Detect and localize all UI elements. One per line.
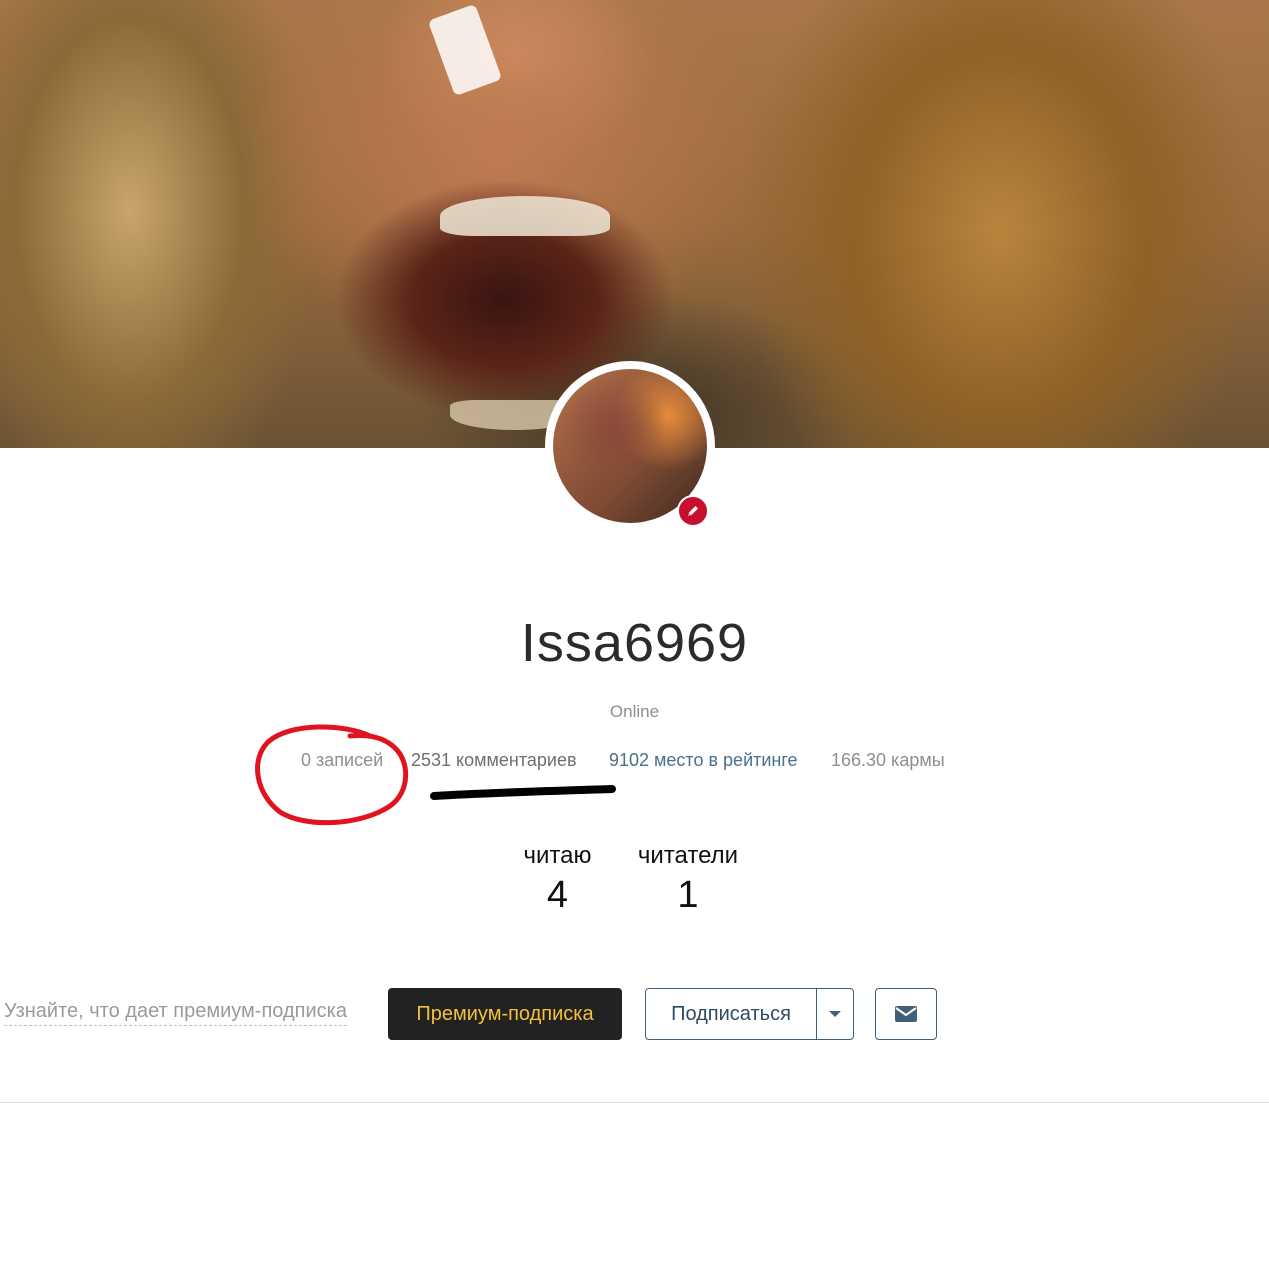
cover-highlight bbox=[427, 3, 503, 97]
stat-rating-link[interactable]: 9102 место в рейтинге bbox=[609, 750, 798, 771]
followers-block[interactable]: читатели 1 bbox=[628, 842, 748, 917]
followers-count: 1 bbox=[677, 874, 699, 916]
premium-subscription-button[interactable]: Премиум-подписка bbox=[388, 988, 622, 1040]
message-button[interactable] bbox=[875, 988, 937, 1040]
cover-detail bbox=[440, 196, 610, 236]
username: Issa6969 bbox=[520, 613, 749, 673]
following-count: 4 bbox=[546, 874, 569, 916]
section-divider bbox=[0, 1102, 1269, 1103]
annotation-circle bbox=[255, 724, 409, 826]
subscribe-button[interactable]: Подписаться bbox=[645, 988, 817, 1040]
stat-karma: 166.30 кармы bbox=[831, 750, 945, 770]
envelope-icon bbox=[895, 1006, 917, 1022]
annotation-underline bbox=[430, 785, 616, 800]
stat-comments[interactable]: 2531 комментариев bbox=[411, 750, 577, 771]
subscribe-dropdown-button[interactable] bbox=[816, 988, 854, 1040]
following-label: читаю bbox=[523, 842, 592, 869]
avatar-edit-button[interactable] bbox=[677, 495, 709, 527]
followers-label: читатели bbox=[637, 842, 739, 869]
following-block[interactable]: читаю 4 bbox=[510, 842, 605, 917]
premium-info-link[interactable]: Узнайте, что дает премиум-подписка bbox=[4, 1000, 347, 1026]
pencil-icon bbox=[688, 506, 698, 516]
caret-down-icon bbox=[829, 1011, 841, 1017]
online-status: Online bbox=[609, 702, 660, 721]
